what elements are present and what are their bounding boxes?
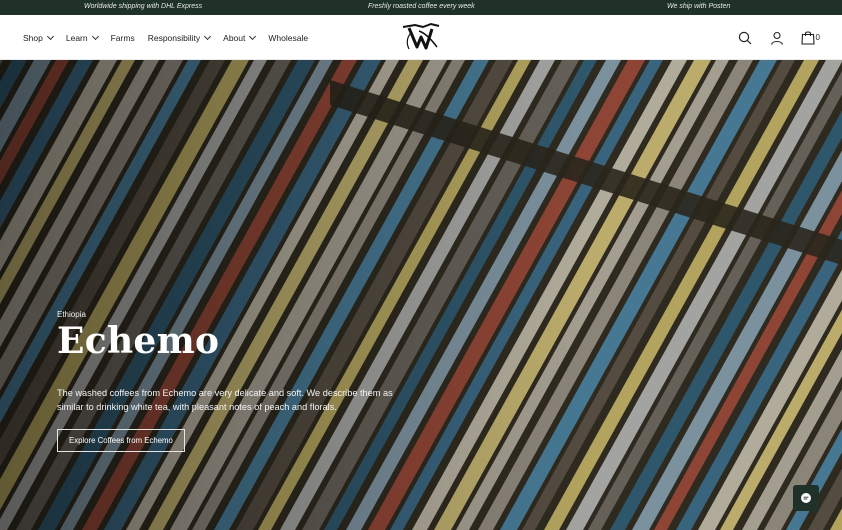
- announcement-left: Worldwide shipping with DHL Express: [84, 3, 203, 10]
- nav-responsibility[interactable]: Responsibility: [147, 32, 212, 43]
- nav-learn[interactable]: Learn: [65, 32, 99, 43]
- announcement-center: Freshly roasted coffee every week: [368, 3, 475, 10]
- hero-banner: Ethiopia Echemo The washed coffees from …: [0, 60, 842, 530]
- hero-title: Echemo: [57, 320, 220, 362]
- nav-shop-label: Shop: [23, 32, 43, 43]
- hero-eyebrow: Ethiopia: [57, 310, 86, 319]
- explore-coffees-button[interactable]: Explore Coffees from Echemo: [57, 429, 185, 452]
- nav-farms[interactable]: Farms: [111, 33, 135, 43]
- announcement-bar: Worldwide shipping with DHL Express Fres…: [0, 0, 842, 15]
- nav-shop[interactable]: Shop: [23, 32, 54, 43]
- header-icons: 0: [721, 15, 820, 60]
- chat-icon: [801, 493, 811, 503]
- search-icon[interactable]: [737, 30, 753, 46]
- chevron-down-icon: [91, 32, 99, 40]
- chevron-down-icon: [204, 32, 212, 40]
- nav-wholesale-label: Wholesale: [268, 32, 309, 43]
- chevron-down-icon: [46, 32, 54, 40]
- cart-button[interactable]: 0: [800, 30, 820, 45]
- site-header: Shop Learn Farms Responsibility About Wh…: [0, 15, 842, 60]
- nav-about-label: About: [223, 32, 246, 43]
- brand-logo[interactable]: [401, 21, 441, 53]
- cart-count: 0: [815, 33, 820, 42]
- nav-farms-label: Farms: [110, 32, 135, 43]
- hero-content: Ethiopia Echemo The washed coffees from …: [57, 310, 402, 452]
- announcement-right: We ship with Posten: [667, 3, 731, 10]
- nav-learn-label: Learn: [65, 32, 88, 43]
- cart-icon: [800, 31, 815, 45]
- account-icon[interactable]: [769, 30, 785, 46]
- chevron-down-icon: [249, 32, 257, 40]
- main-nav: Shop Learn Farms Responsibility About Wh…: [23, 15, 321, 60]
- hero-overlay: [0, 60, 842, 530]
- chat-button[interactable]: [793, 485, 819, 511]
- nav-about[interactable]: About: [223, 32, 257, 43]
- nav-responsibility-label: Responsibility: [147, 32, 201, 43]
- hero-description: The washed coffees from Echemo are very …: [57, 388, 393, 412]
- nav-wholesale[interactable]: Wholesale: [268, 33, 308, 43]
